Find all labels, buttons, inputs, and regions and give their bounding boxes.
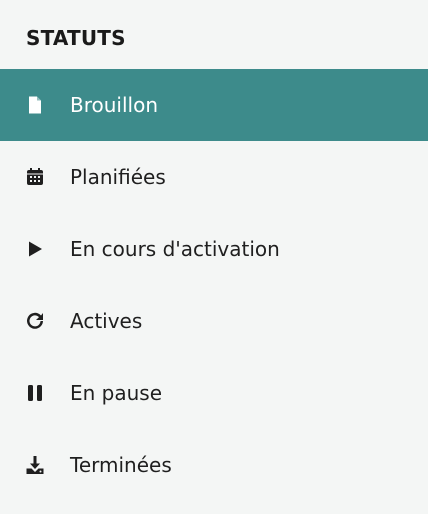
sidebar-item-planifiees[interactable]: Planifiées <box>0 141 428 213</box>
sidebar-item-en-cours-d-activation[interactable]: En cours d'activation <box>0 213 428 285</box>
sidebar-item-label: Actives <box>70 309 143 333</box>
download-icon <box>24 454 46 476</box>
calendar-icon <box>24 166 46 188</box>
refresh-icon <box>24 310 46 332</box>
status-sidebar: STATUTS Brouillon Planifiées En cours d'… <box>0 0 428 514</box>
pause-icon <box>24 382 46 404</box>
status-menu: Brouillon Planifiées En cours d'activati… <box>0 69 428 501</box>
sidebar-item-label: En pause <box>70 381 163 405</box>
play-icon <box>24 238 46 260</box>
sidebar-item-actives[interactable]: Actives <box>0 285 428 357</box>
sidebar-item-en-pause[interactable]: En pause <box>0 357 428 429</box>
document-icon <box>24 94 46 116</box>
sidebar-item-label: Brouillon <box>70 93 158 117</box>
sidebar-item-label: Planifiées <box>70 165 166 189</box>
sidebar-title: STATUTS <box>26 26 126 50</box>
sidebar-item-terminees[interactable]: Terminées <box>0 429 428 501</box>
sidebar-item-label: En cours d'activation <box>70 237 280 261</box>
sidebar-item-label: Terminées <box>70 453 172 477</box>
sidebar-item-brouillon[interactable]: Brouillon <box>0 69 428 141</box>
